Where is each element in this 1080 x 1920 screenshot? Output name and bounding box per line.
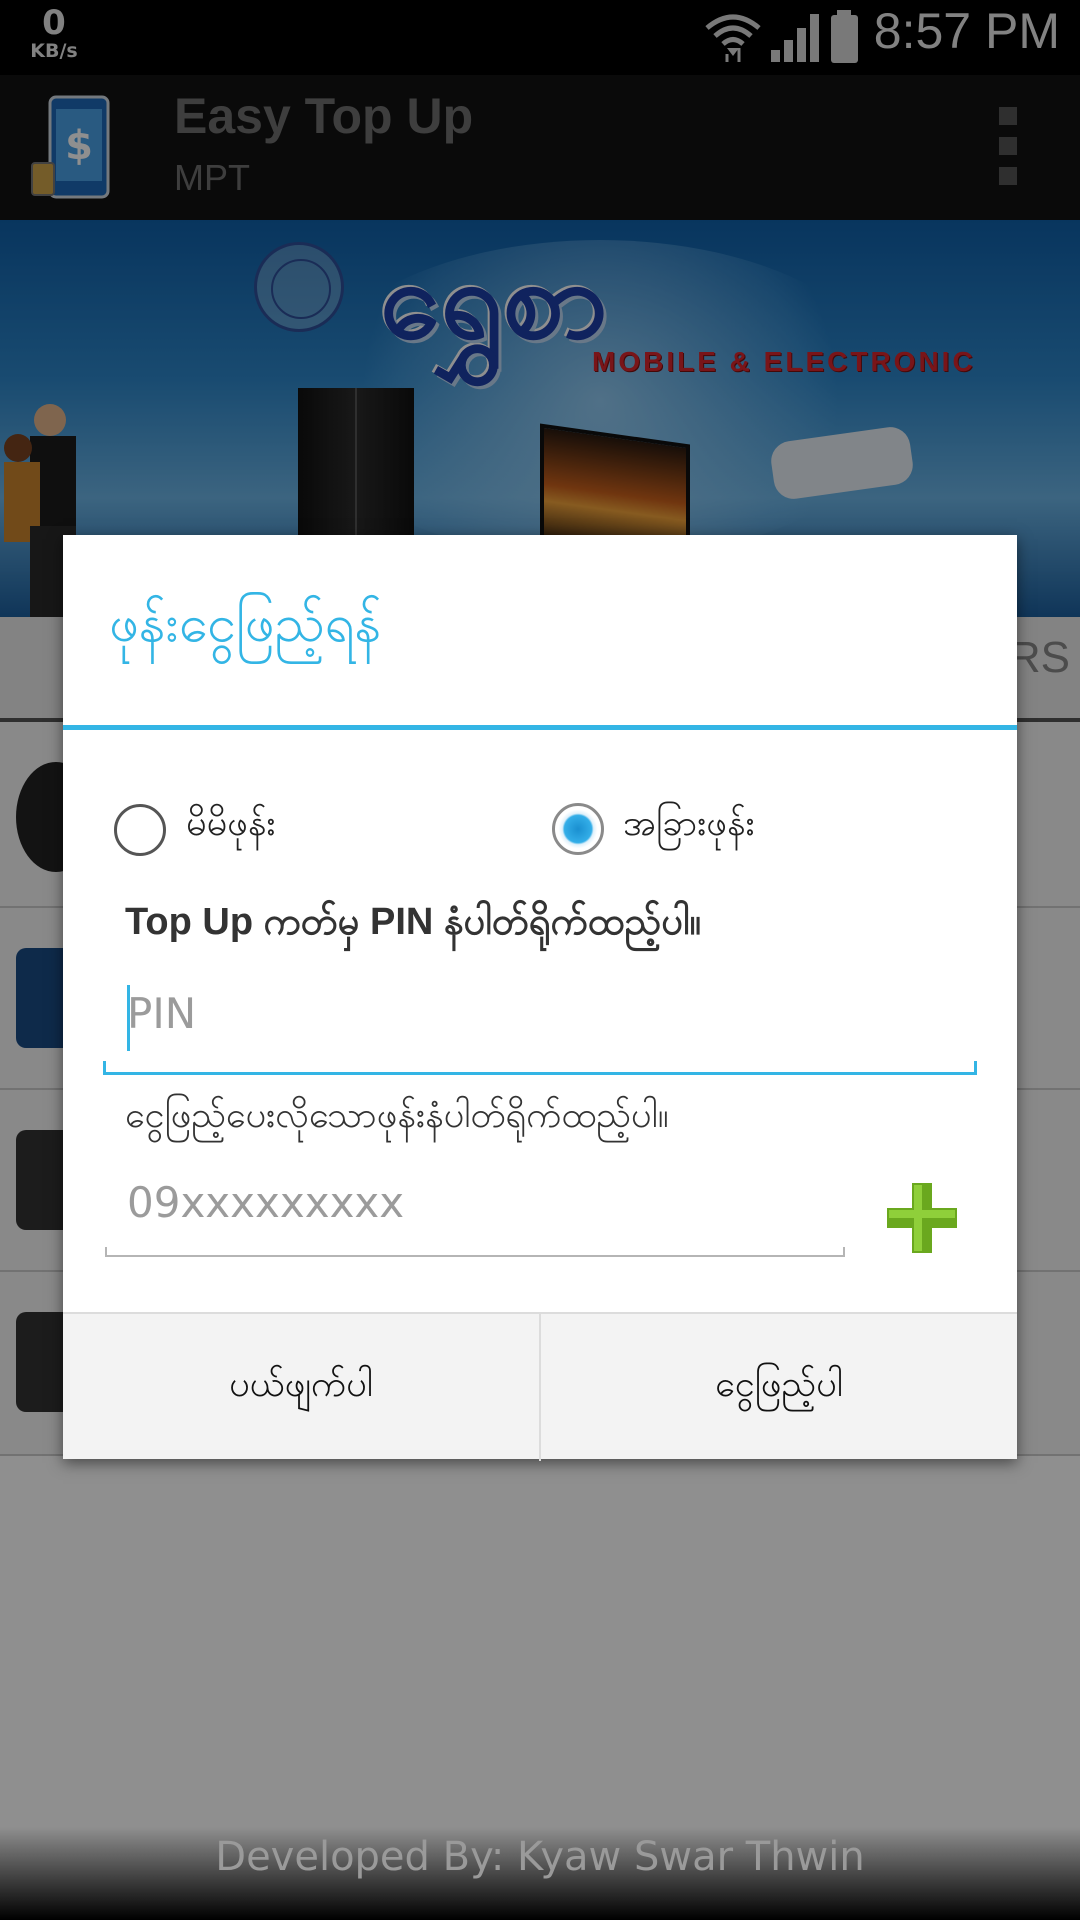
- top-up-dialog: ဖုန်းငွေဖြည့်ရန် မိမိဖုန်း အခြားဖုန်း To…: [63, 535, 1017, 1461]
- phone-number-input[interactable]: [127, 1167, 747, 1237]
- cancel-button[interactable]: ပယ်ဖျက်ပါ: [63, 1314, 539, 1459]
- dialog-title: ဖုန်းငွေဖြည့်ရန်: [109, 594, 382, 654]
- radio-other-phone-label[interactable]: အခြားဖုန်း: [623, 799, 755, 853]
- dialog-button-bar: ပယ်ဖျက်ပါ ငွေဖြည့်ပါ: [63, 1312, 1017, 1461]
- developer-credit: Developed By: Kyaw Swar Thwin: [215, 1834, 865, 1880]
- phone-input-underline: [105, 1247, 845, 1257]
- pin-input-underline: [103, 1061, 977, 1075]
- radio-other-phone[interactable]: [552, 803, 604, 855]
- radio-own-phone-label[interactable]: မိမိဖုန်း: [186, 799, 275, 853]
- pin-input[interactable]: [127, 977, 987, 1049]
- plus-icon[interactable]: [885, 1181, 959, 1255]
- title-divider: [63, 725, 1017, 730]
- radio-own-phone[interactable]: [114, 804, 166, 856]
- pin-label: Top Up ကတ်မှ PIN နံပါတ်ရိုက်ထည့်ပါ။: [125, 901, 702, 943]
- text-cursor: [127, 985, 130, 1051]
- phone-label: ငွေဖြည့်ပေးလိုသောဖုန်းနံပါတ်ရိုက်ထည့်ပါ။: [125, 1095, 669, 1136]
- top-up-button[interactable]: ငွေဖြည့်ပါ: [541, 1314, 1017, 1459]
